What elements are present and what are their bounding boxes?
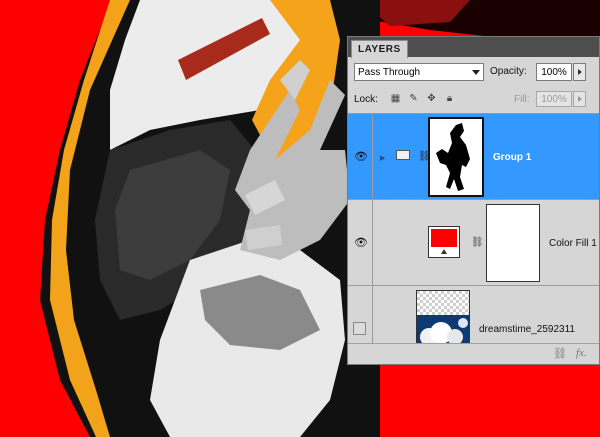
fill-color-thumbnail[interactable]: [428, 226, 460, 258]
lock-image-pixels-icon[interactable]: ✎: [408, 93, 419, 104]
layer-name[interactable]: dreamstime_2592311: [479, 324, 575, 335]
blend-mode-select[interactable]: Pass Through: [354, 63, 484, 81]
mask-link-icon[interactable]: ⛓: [471, 237, 484, 248]
layer-row-dreamstime[interactable]: dreamstime_2592311: [348, 286, 599, 346]
cloud-image-thumbnail: [417, 291, 469, 345]
lock-fill-row: Lock: ▦ ✎ ✥ 🔒︎ Fill: 100%: [354, 91, 594, 109]
lock-position-icon[interactable]: ✥: [426, 93, 437, 104]
panel-footer: ⛓ fx.: [348, 343, 599, 364]
link-icon[interactable]: ⛓: [553, 347, 567, 360]
layer-row-group-1[interactable]: 👁︎ ▶ ⛓ Group 1: [348, 114, 599, 200]
tab-layers[interactable]: LAYERS: [351, 40, 408, 58]
fx-icon[interactable]: fx.: [576, 347, 587, 359]
fill-slider-button[interactable]: [573, 91, 586, 107]
panel-tab-bar: LAYERS: [348, 37, 599, 58]
layer-row-color-fill-1[interactable]: 👁︎ ⛓ Color Fill 1: [348, 200, 599, 286]
layer-mask-thumbnail[interactable]: [486, 204, 540, 282]
fill-input[interactable]: 100%: [536, 91, 572, 107]
lock-label: Lock:: [354, 94, 378, 105]
visibility-empty-box[interactable]: [353, 322, 366, 335]
blend-mode-value: Pass Through: [358, 67, 421, 78]
lock-transparent-icon[interactable]: ▦: [390, 93, 401, 104]
fill-label: Fill:: [514, 94, 530, 105]
blend-opacity-row: Pass Through Opacity: 100%: [354, 63, 594, 83]
opacity-input[interactable]: 100%: [536, 63, 572, 81]
opacity-label: Opacity:: [490, 66, 527, 77]
layers-panel: LAYERS Pass Through Opacity: 100% Lock: …: [347, 36, 600, 365]
triangle-icon: [441, 249, 447, 254]
folder-icon: [396, 150, 410, 160]
expand-triangle-icon[interactable]: ▶: [380, 154, 385, 162]
image-thumbnail[interactable]: [416, 290, 470, 346]
visibility-toggle[interactable]: 👁︎: [348, 114, 373, 199]
layer-name[interactable]: Group 1: [493, 152, 531, 163]
visibility-toggle[interactable]: 👁︎: [348, 200, 373, 285]
opacity-slider-button[interactable]: [573, 63, 586, 81]
layer-list: 👁︎ ▶ ⛓ Group 1 👁︎ ⛓ Color Fill 1 dreamst…: [348, 113, 599, 346]
silhouette-thumbnail: [436, 123, 470, 191]
visibility-toggle[interactable]: [348, 286, 373, 346]
fill-color-swatch: [431, 229, 457, 247]
chevron-down-icon: [472, 70, 480, 75]
eye-icon[interactable]: 👁︎: [354, 238, 368, 249]
layer-mask-thumbnail[interactable]: [428, 117, 484, 197]
lock-all-icon[interactable]: 🔒︎: [444, 93, 455, 104]
eye-icon[interactable]: 👁︎: [354, 152, 368, 163]
layer-name[interactable]: Color Fill 1: [549, 238, 597, 249]
